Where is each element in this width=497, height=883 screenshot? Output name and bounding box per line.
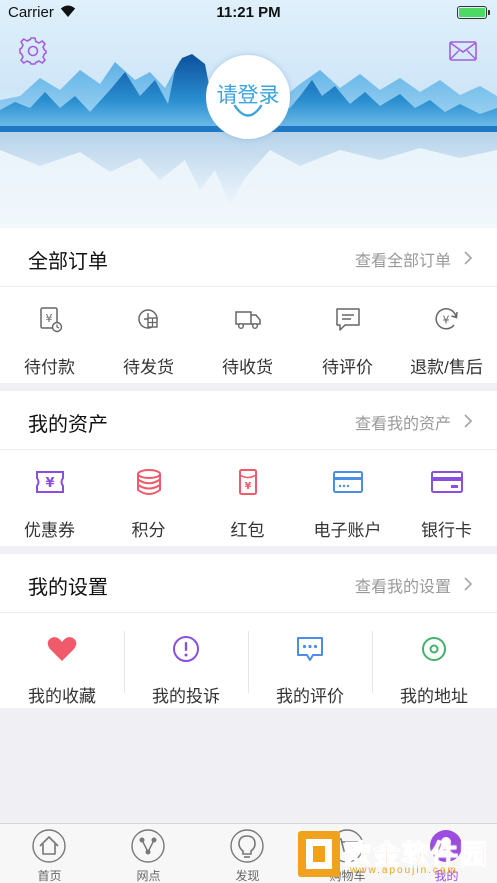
- setting-complaints[interactable]: 我的投诉: [124, 613, 248, 708]
- tab-discover[interactable]: 发现: [198, 824, 297, 883]
- to-ship-icon: [138, 309, 158, 329]
- view-all-orders-link[interactable]: 查看全部订单: [355, 247, 451, 271]
- asset-points[interactable]: 积分: [99, 450, 198, 545]
- order-refund[interactable]: ¥ 退款/售后: [397, 287, 496, 382]
- orders-title: 全部订单: [28, 251, 108, 273]
- clock: 11:21 PM: [216, 4, 281, 21]
- smile-icon: [233, 104, 263, 117]
- order-pending-payment[interactable]: ¥ 待付款: [0, 287, 99, 382]
- heart-icon: [47, 637, 77, 661]
- svg-text:¥: ¥: [245, 481, 252, 492]
- asset-item-label: 红包: [230, 521, 265, 540]
- coupon-icon: ¥: [36, 471, 64, 493]
- tab-network[interactable]: 网点: [99, 824, 198, 883]
- order-item-label: 待评价: [322, 358, 373, 377]
- assets-header[interactable]: 我的资产 查看我的资产: [0, 391, 497, 450]
- order-status-row: ¥ 待付款 待发货 待收货 待评价 ¥ 退款/售后: [0, 287, 497, 382]
- watermark-logo: [298, 831, 340, 877]
- setting-item-label: 我的评价: [276, 687, 344, 706]
- watermark: 欧金软件园 www.apoujin.com: [298, 829, 490, 879]
- order-item-label: 退款/售后: [410, 358, 483, 377]
- svg-text:¥: ¥: [443, 314, 450, 327]
- settings-header[interactable]: 我的设置 查看我的设置: [0, 554, 497, 613]
- asset-item-label: 电子账户: [313, 521, 382, 540]
- order-to-review[interactable]: 待评价: [298, 287, 397, 382]
- setting-item-label: 我的投诉: [152, 687, 220, 706]
- setting-address[interactable]: 我的地址: [372, 613, 496, 708]
- watermark-url: www.apoujin.com: [350, 865, 458, 876]
- svg-text:¥: ¥: [45, 476, 54, 491]
- network-icon: [131, 829, 165, 863]
- orders-header[interactable]: 全部订单 查看全部订单: [0, 228, 497, 287]
- assets-section: 我的资产 查看我的资产 ¥ 优惠券 积分 ¥ 红包 电子账户 银行卡: [0, 391, 497, 546]
- order-item-label: 待付款: [24, 358, 75, 377]
- orders-section: 全部订单 查看全部订单 ¥ 待付款 待发货 待收货 待评价 ¥ 退款/售后: [0, 228, 497, 383]
- chevron-right-icon: [464, 251, 473, 265]
- setting-favorites[interactable]: 我的收藏: [0, 613, 124, 708]
- tab-home[interactable]: 首页: [0, 824, 99, 883]
- setting-item-label: 我的地址: [400, 687, 468, 706]
- assets-title: 我的资产: [28, 414, 108, 436]
- gear-icon[interactable]: [18, 36, 48, 66]
- svg-text:¥: ¥: [46, 312, 53, 325]
- location-pin-icon: [422, 637, 446, 661]
- settings-row: 我的收藏 我的投诉 我的评价 我的地址: [0, 613, 497, 708]
- asset-item-label: 积分: [131, 521, 166, 540]
- tab-label: 首页: [37, 869, 62, 883]
- settings-section: 我的设置 查看我的设置 我的收藏 我的投诉 我的评价 我的地址: [0, 554, 497, 708]
- asset-e-account[interactable]: 电子账户: [298, 450, 397, 545]
- asset-red-packet[interactable]: ¥ 红包: [198, 450, 297, 545]
- order-item-label: 待发货: [123, 358, 174, 377]
- login-button[interactable]: 请登录: [206, 55, 290, 139]
- points-stack-icon: [137, 469, 161, 495]
- lightbulb-icon: [230, 829, 264, 863]
- view-settings-link[interactable]: 查看我的设置: [355, 573, 451, 597]
- exclamation-icon: [173, 636, 199, 662]
- setting-item-label: 我的收藏: [28, 687, 96, 706]
- bank-card-icon: [431, 471, 463, 493]
- e-account-card-icon: [333, 471, 363, 493]
- asset-bank-card[interactable]: 银行卡: [397, 450, 496, 545]
- mail-icon[interactable]: [449, 41, 477, 61]
- refund-icon: ¥: [435, 308, 458, 330]
- chevron-right-icon: [464, 577, 473, 591]
- review-icon: [336, 308, 360, 331]
- chevron-right-icon: [464, 414, 473, 428]
- comment-icon: [297, 637, 323, 661]
- view-assets-link[interactable]: 查看我的资产: [355, 410, 451, 434]
- status-bar: Carrier 11:21 PM: [0, 0, 497, 26]
- order-item-label: 待收货: [222, 358, 273, 377]
- home-icon: [32, 829, 66, 863]
- profile-header: 请登录: [0, 0, 497, 228]
- battery-icon: [457, 6, 490, 19]
- setting-reviews[interactable]: 我的评价: [248, 613, 372, 708]
- tab-label: 发现: [235, 869, 260, 883]
- asset-item-label: 银行卡: [421, 521, 472, 540]
- asset-coupon[interactable]: ¥ 优惠券: [0, 450, 99, 545]
- order-to-receive[interactable]: 待收货: [198, 287, 297, 382]
- order-to-ship[interactable]: 待发货: [99, 287, 198, 382]
- tab-label: 网点: [136, 869, 161, 883]
- asset-item-label: 优惠券: [24, 521, 75, 540]
- payment-pending-icon: ¥: [40, 307, 63, 333]
- red-packet-icon: ¥: [239, 469, 257, 495]
- assets-row: ¥ 优惠券 积分 ¥ 红包 电子账户 银行卡: [0, 450, 497, 545]
- truck-icon: [235, 311, 261, 330]
- settings-title: 我的设置: [28, 577, 108, 599]
